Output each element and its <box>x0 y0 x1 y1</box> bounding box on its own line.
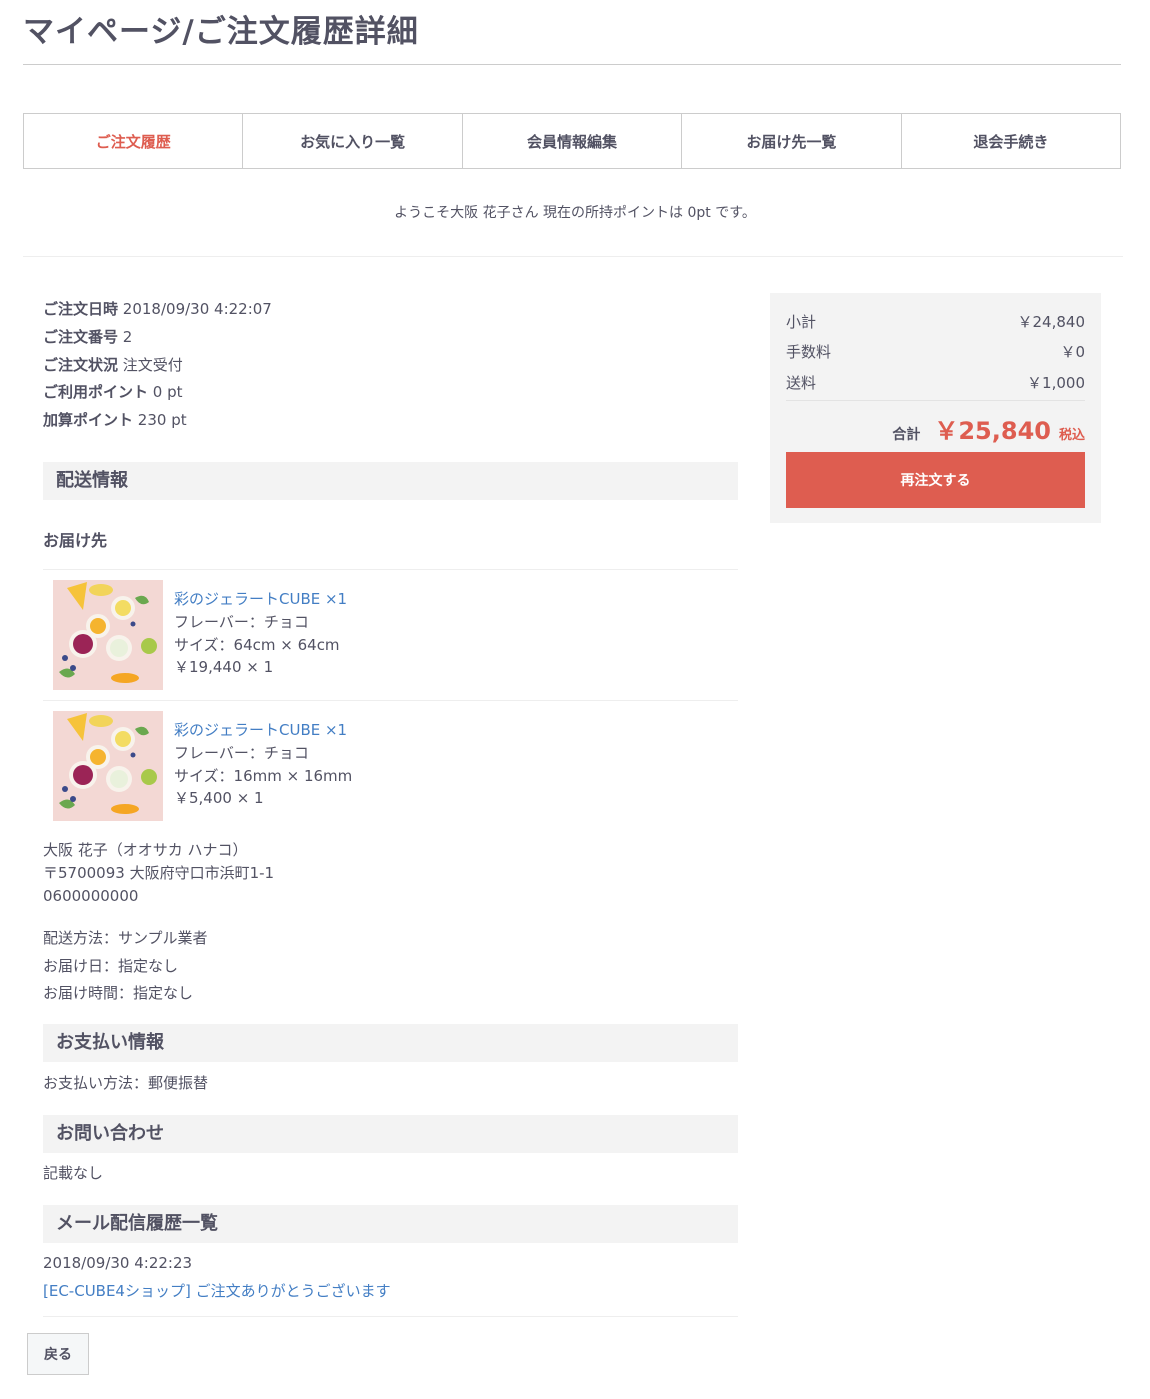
recipient-name: 大阪 花子（オオサカ ハナコ） <box>43 841 248 859</box>
nav-order-history[interactable]: ご注文履歴 <box>24 114 244 168</box>
tax-included-label: 税込 <box>1058 428 1085 443</box>
order-date: 2018/09/30 4:22:07 <box>122 300 272 318</box>
used-points-row: ご利用ポイント 0 pt <box>43 379 643 407</box>
product-size: サイズ：16mm × 16mm <box>174 766 353 785</box>
title-divider <box>23 64 1121 65</box>
fee-row: 手数料 ￥0 <box>786 341 1085 362</box>
product-name-link[interactable]: 彩のジェラートCUBE ×1 <box>174 719 352 742</box>
shipping-fee-label: 送料 <box>786 374 817 392</box>
shipping-fee-value: ￥1,000 <box>1027 374 1085 392</box>
delivery-date: お届け日：指定なし <box>43 956 179 975</box>
destination-label: お届け先 <box>43 531 108 550</box>
mypage-nav: ご注文履歴 お気に入り一覧 会員情報編集 お届け先一覧 退会手続き <box>23 113 1121 169</box>
used-points-label: ご利用ポイント <box>43 383 149 402</box>
shipping-fee-row: 送料 ￥1,000 <box>786 372 1085 393</box>
inquiry-text: 記載なし <box>43 1164 104 1182</box>
order-number-label: ご注文番号 <box>43 327 119 346</box>
order-status-row: ご注文状況 注文受付 <box>43 352 643 380</box>
product-name-link[interactable]: 彩のジェラートCUBE ×1 <box>174 588 347 611</box>
mail-divider <box>43 1316 738 1317</box>
item-details: 彩のジェラートCUBE ×1 フレーバー：チョコ サイズ：64cm × 64cm… <box>174 588 347 679</box>
delivery-address: 大阪 花子（オオサカ ハナコ） 〒5700093 大阪府守口市浜町1-1 060… <box>43 839 274 908</box>
payment-heading: お支払い情報 <box>43 1024 738 1062</box>
product-size: サイズ：64cm × 64cm <box>174 635 340 654</box>
delivery-time: お届け時間：指定なし <box>43 984 194 1002</box>
nav-delivery-list[interactable]: お届け先一覧 <box>682 114 902 168</box>
welcome-message: ようこそ大阪 花子さん 現在の所持ポイントは 0pt です。 <box>394 205 756 221</box>
added-points-row: 加算ポイント 230 pt <box>43 407 643 435</box>
total-label: 合計 <box>892 427 921 443</box>
order-status: 注文受付 <box>122 355 183 374</box>
phone-number: 0600000000 <box>43 887 139 905</box>
postal-address: 〒5700093 大阪府守口市浜町1-1 <box>43 864 275 882</box>
inquiry-heading: お問い合わせ <box>43 1115 738 1153</box>
order-item: 彩のジェラートCUBE ×1 フレーバー：チョコ サイズ：64cm × 64cm… <box>53 580 733 690</box>
shipping-heading: 配送情報 <box>43 462 738 500</box>
added-points: 230 pt <box>137 411 187 430</box>
nav-member-edit[interactable]: 会員情報編集 <box>463 114 683 168</box>
order-info: ご注文日時 2018/09/30 4:22:07 ご注文番号 2 ご注文状況 注… <box>43 296 643 435</box>
mail-subject-link[interactable]: [EC-CUBE4ショップ] ご注文ありがとうございます <box>43 1280 391 1301</box>
order-status-label: ご注文状況 <box>43 355 119 374</box>
product-flavor: フレーバー：チョコ <box>174 743 309 762</box>
reorder-button[interactable]: 再注文する <box>786 452 1085 508</box>
order-item: 彩のジェラートCUBE ×1 フレーバー：チョコ サイズ：16mm × 16mm… <box>53 711 733 821</box>
subtotal-row: 小計 ￥24,840 <box>786 311 1085 332</box>
product-thumbnail[interactable] <box>53 711 163 821</box>
product-flavor: フレーバー：チョコ <box>174 612 309 631</box>
added-points-label: 加算ポイント <box>43 411 134 430</box>
order-number-row: ご注文番号 2 <box>43 324 643 352</box>
subtotal-label: 小計 <box>786 313 817 331</box>
order-date-label: ご注文日時 <box>43 300 119 318</box>
payment-method: お支払い方法：郵便振替 <box>43 1074 209 1092</box>
total-row: 合計 ￥25,840 税込 <box>892 411 1085 446</box>
summary-divider <box>786 400 1085 401</box>
product-thumbnail[interactable] <box>53 580 163 690</box>
item-divider <box>43 700 738 701</box>
nav-favorites[interactable]: お気に入り一覧 <box>243 114 463 168</box>
fee-value: ￥0 <box>1060 343 1085 361</box>
order-number: 2 <box>122 327 133 346</box>
used-points: 0 pt <box>152 383 183 402</box>
mail-history-heading: メール配信履歴一覧 <box>43 1205 738 1243</box>
item-details: 彩のジェラートCUBE ×1 フレーバー：チョコ サイズ：16mm × 16mm… <box>174 719 352 810</box>
fee-label: 手数料 <box>786 343 832 361</box>
order-date-row: ご注文日時 2018/09/30 4:22:07 <box>43 296 643 324</box>
mail-date: 2018/09/30 4:22:23 <box>43 1254 193 1272</box>
nav-withdraw[interactable]: 退会手続き <box>902 114 1120 168</box>
order-summary: 小計 ￥24,840 手数料 ￥0 送料 ￥1,000 合計 ￥25,840 税… <box>770 293 1101 523</box>
total-value: ￥25,840 <box>934 417 1051 445</box>
back-button[interactable]: 戻る <box>27 1333 89 1375</box>
item-divider <box>43 569 738 570</box>
welcome-divider <box>23 256 1123 257</box>
product-price: ￥5,400 × 1 <box>174 789 264 808</box>
delivery-options: 配送方法：サンプル業者 お届け日：指定なし お届け時間：指定なし <box>43 925 208 1008</box>
page-title: マイページ/ご注文履歴詳細 <box>23 14 419 50</box>
subtotal-value: ￥24,840 <box>1017 313 1086 331</box>
product-price: ￥19,440 × 1 <box>174 658 274 677</box>
delivery-method: 配送方法：サンプル業者 <box>43 929 208 947</box>
